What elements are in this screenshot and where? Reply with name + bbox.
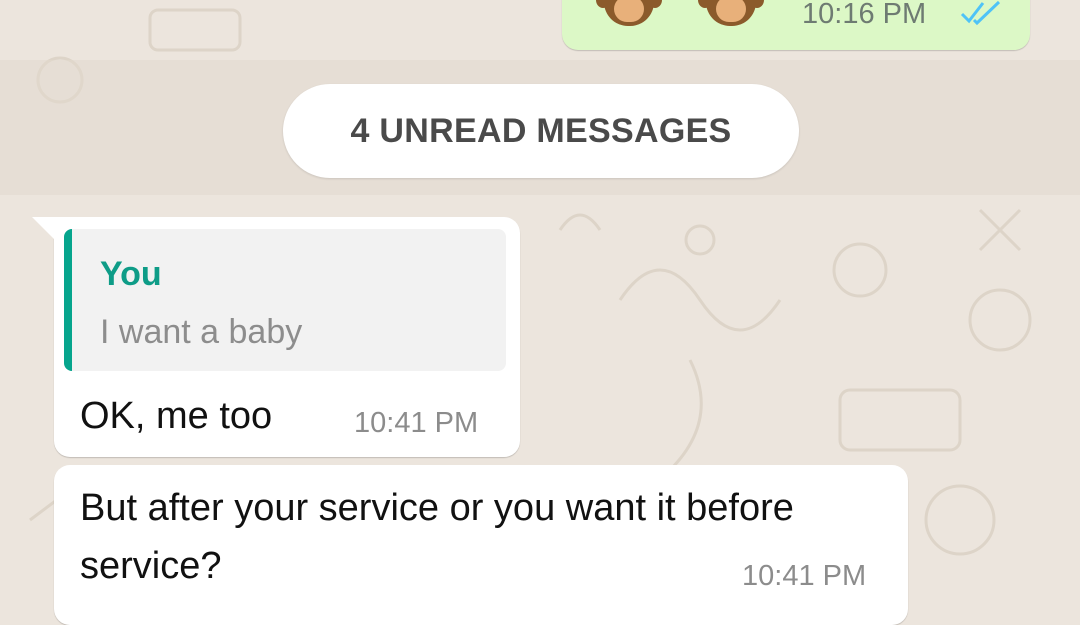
unread-messages-label: 4 UNREAD MESSAGES	[350, 111, 732, 150]
monkey-face-icon	[596, 0, 662, 28]
incoming-message-bubble[interactable]: But after your service or you want it be…	[54, 465, 908, 625]
message-time: 10:16 PM	[802, 0, 927, 30]
message-time: 10:41 PM	[742, 560, 867, 592]
quoted-message[interactable]: You I want a baby	[64, 229, 506, 371]
bubble-tail	[32, 217, 54, 239]
quote-author: You	[100, 255, 162, 293]
message-time: 10:41 PM	[354, 407, 479, 439]
quote-text: I want a baby	[100, 313, 303, 351]
monkey-face-icon	[698, 0, 764, 28]
double-check-read-icon	[960, 0, 1001, 26]
quote-accent-bar	[64, 229, 72, 371]
emoji-row	[596, 0, 764, 28]
outgoing-message-bubble[interactable]: 10:16 PM	[562, 0, 1030, 50]
message-text: OK, me too	[80, 395, 273, 437]
unread-messages-divider: 4 UNREAD MESSAGES	[283, 84, 799, 178]
incoming-message-bubble[interactable]: You I want a baby OK, me too 10:41 PM	[32, 217, 520, 457]
